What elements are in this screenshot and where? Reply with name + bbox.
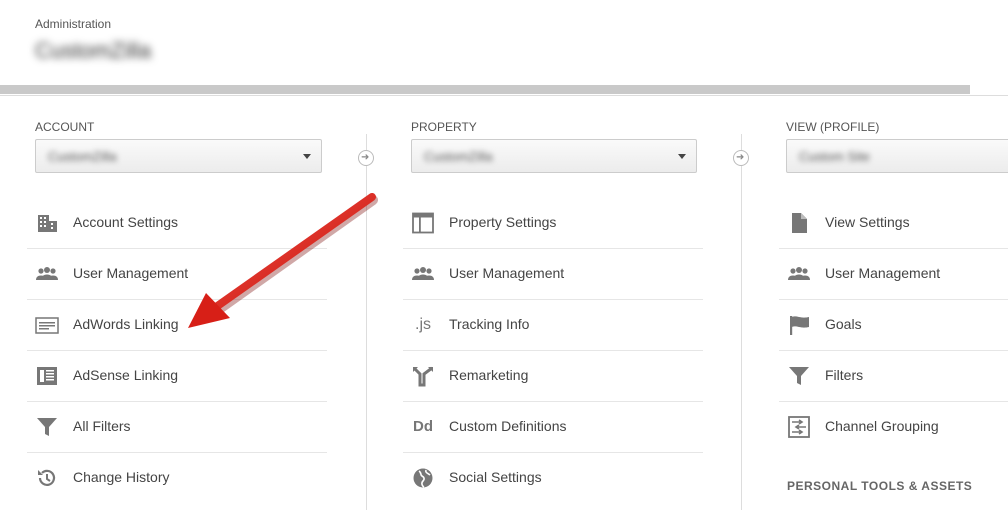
adsense-icon xyxy=(35,365,59,387)
chevron-down-icon xyxy=(678,154,686,159)
change-history-label: Change History xyxy=(73,469,170,485)
property-user-management-item[interactable]: User Management xyxy=(403,249,703,300)
header-progress-bar xyxy=(0,85,970,94)
js-icon: .js xyxy=(415,316,431,333)
channel-grouping-item[interactable]: Channel Grouping xyxy=(779,402,1008,452)
account-user-management-label: User Management xyxy=(73,265,189,281)
property-menu: Property Settings User Management .js Tr… xyxy=(403,198,703,503)
property-settings-label: Property Settings xyxy=(449,214,557,230)
account-user-management-item[interactable]: User Management xyxy=(27,249,327,300)
custom-definitions-label: Custom Definitions xyxy=(449,418,567,434)
users-icon xyxy=(35,263,59,285)
all-filters-item[interactable]: All Filters xyxy=(27,402,327,453)
dd-icon: Dd xyxy=(413,418,433,435)
tracking-info-label: Tracking Info xyxy=(449,316,530,332)
channel-grouping-icon xyxy=(787,416,811,438)
view-selector-value: Custom Site xyxy=(799,149,870,164)
view-filters-item[interactable]: Filters xyxy=(779,351,1008,402)
channel-grouping-label: Channel Grouping xyxy=(825,418,939,434)
remarketing-label: Remarketing xyxy=(449,367,529,383)
custom-definitions-item[interactable]: Dd Custom Definitions xyxy=(403,402,703,453)
change-history-item[interactable]: Change History xyxy=(27,453,327,503)
document-icon xyxy=(787,212,811,234)
goals-item[interactable]: Goals xyxy=(779,300,1008,351)
view-selector[interactable]: Custom Site xyxy=(786,139,1008,173)
adwords-icon xyxy=(35,314,59,336)
view-column: VIEW (PROFILE) Custom Site View Settings… xyxy=(779,96,1008,510)
account-settings-item[interactable]: Account Settings xyxy=(27,198,327,249)
remarketing-icon xyxy=(411,365,435,387)
view-filters-label: Filters xyxy=(825,367,864,383)
social-settings-item[interactable]: Social Settings xyxy=(403,453,703,503)
building-icon xyxy=(35,212,59,234)
property-user-management-label: User Management xyxy=(449,265,565,281)
property-column-label: PROPERTY xyxy=(411,120,477,134)
view-settings-item[interactable]: View Settings xyxy=(779,198,1008,249)
view-menu: View Settings User Management Goals Filt… xyxy=(779,198,1008,452)
filter-icon xyxy=(787,365,811,387)
account-menu: Account Settings User Management AdWords… xyxy=(27,198,327,503)
filter-icon xyxy=(35,416,59,438)
account-column: ACCOUNT CustomZilla Account Settings Use… xyxy=(27,96,327,510)
social-settings-label: Social Settings xyxy=(449,469,542,485)
flag-icon xyxy=(787,314,811,336)
all-filters-label: All Filters xyxy=(73,418,131,434)
layout-icon xyxy=(411,212,435,234)
history-icon xyxy=(35,467,59,489)
adsense-linking-item[interactable]: AdSense Linking xyxy=(27,351,327,402)
column-divider xyxy=(366,134,367,510)
account-name-heading: CustomZilla xyxy=(35,38,152,63)
adwords-linking-label: AdWords Linking xyxy=(73,316,179,332)
adsense-linking-label: AdSense Linking xyxy=(73,367,179,383)
globe-icon xyxy=(411,467,435,489)
arrow-right-icon: ➜ xyxy=(358,150,374,166)
view-column-label: VIEW (PROFILE) xyxy=(786,120,880,134)
view-user-management-label: User Management xyxy=(825,265,941,281)
users-icon xyxy=(411,263,435,285)
tracking-info-item[interactable]: .js Tracking Info xyxy=(403,300,703,351)
account-settings-label: Account Settings xyxy=(73,214,179,230)
account-selector-value: CustomZilla xyxy=(48,149,117,164)
view-settings-label: View Settings xyxy=(825,214,910,230)
property-column: PROPERTY CustomZilla Property Settings U… xyxy=(403,96,703,510)
admin-header: Administration CustomZilla xyxy=(0,0,1008,96)
arrow-right-icon: ➜ xyxy=(733,150,749,166)
column-divider xyxy=(741,134,742,510)
admin-section-label: Administration xyxy=(35,17,112,31)
view-user-management-item[interactable]: User Management xyxy=(779,249,1008,300)
goals-label: Goals xyxy=(825,316,862,332)
property-selector-value: CustomZilla xyxy=(424,149,493,164)
personal-tools-heading: PERSONAL TOOLS & ASSETS xyxy=(787,479,973,493)
property-selector[interactable]: CustomZilla xyxy=(411,139,697,173)
account-column-label: ACCOUNT xyxy=(35,120,95,134)
chevron-down-icon xyxy=(303,154,311,159)
account-selector[interactable]: CustomZilla xyxy=(35,139,322,173)
adwords-linking-item[interactable]: AdWords Linking xyxy=(27,300,327,351)
users-icon xyxy=(787,263,811,285)
remarketing-item[interactable]: Remarketing xyxy=(403,351,703,402)
property-settings-item[interactable]: Property Settings xyxy=(403,198,703,249)
